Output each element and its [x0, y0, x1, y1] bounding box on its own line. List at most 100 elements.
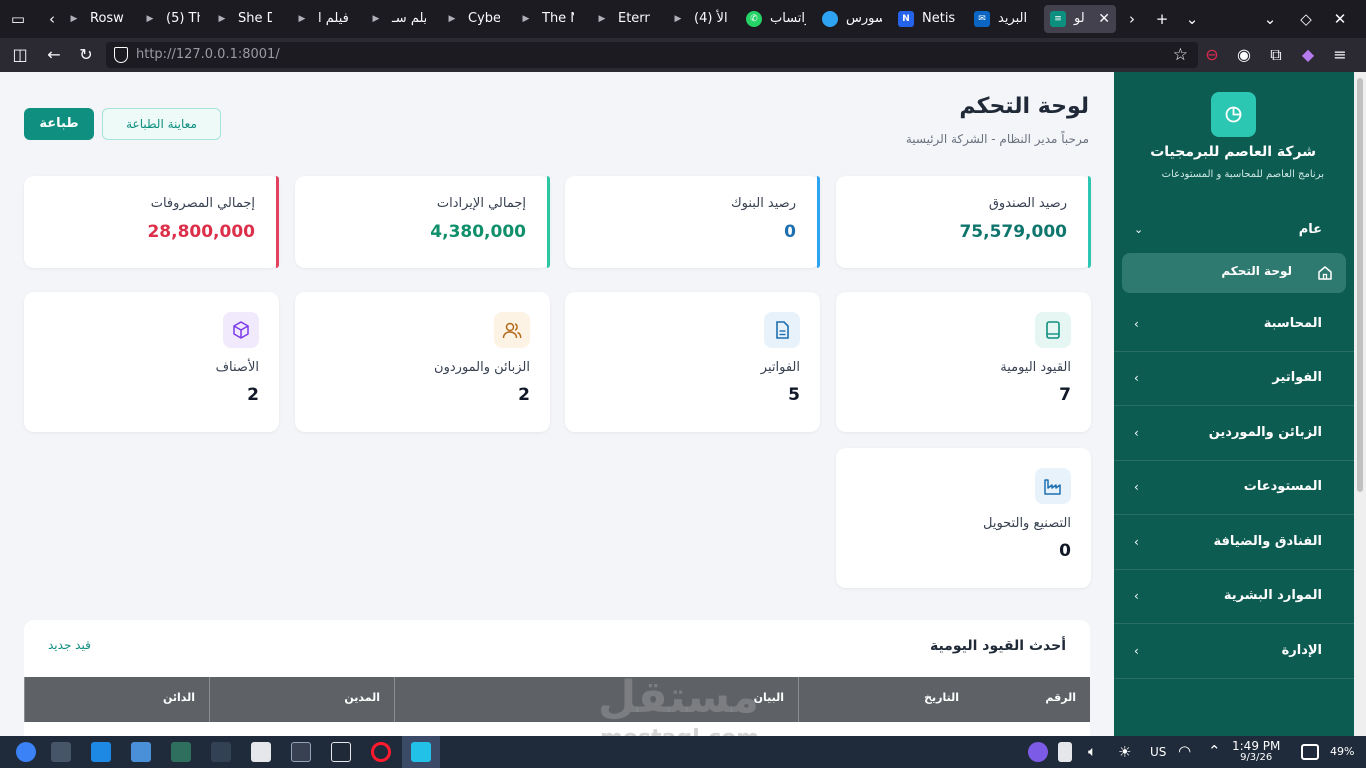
tray-expand-icon[interactable]: ⌃ [1208, 742, 1221, 760]
scrollbar-thumb[interactable] [1357, 78, 1363, 492]
browser-tab[interactable]: ▶Cyber [444, 5, 500, 33]
code-app-icon[interactable] [411, 742, 431, 762]
sidebar-toggle-icon[interactable]: ◫ [10, 45, 30, 65]
sidebar-item-hr[interactable]: الموارد البشرية ‹ [1114, 570, 1354, 624]
browser-tab[interactable]: ▶فيلم سـ [368, 5, 426, 33]
wifi-icon[interactable]: ◠ [1178, 742, 1191, 760]
scroll-tabs-left-icon[interactable]: ‹ [42, 9, 62, 29]
volume-icon[interactable]: 🔈︎ [1088, 744, 1096, 760]
window-app-icon[interactable] [331, 742, 351, 762]
back-icon[interactable]: ← [44, 45, 64, 65]
list-all-tabs-icon[interactable]: ⌄ [1260, 9, 1280, 29]
chevron-left-icon: ‹ [1134, 317, 1139, 331]
launcher-icon[interactable] [16, 742, 36, 762]
brightness-icon[interactable]: ☀︎ [1118, 743, 1131, 761]
cube-icon [223, 312, 259, 348]
sidebar-item-customers[interactable]: الزبائن والموردين ‹ [1114, 407, 1354, 461]
sidebar-item-admin[interactable]: الإدارة ‹ [1114, 625, 1354, 679]
browser-tab[interactable]: ▶ Etern [594, 5, 650, 33]
browser-tab[interactable]: ✉ البريد [974, 5, 1034, 33]
browser-tab[interactable]: N Netis [898, 5, 956, 33]
column-header-credit[interactable]: الدائن [24, 677, 209, 722]
clock-date: 9/3/26 [1240, 752, 1273, 763]
column-header-number[interactable]: الرقم [973, 677, 1090, 722]
document-icon [764, 312, 800, 348]
count-card-journal[interactable]: القيود اليومية 7 [836, 292, 1091, 432]
menu-icon[interactable]: ≡ [1330, 45, 1350, 65]
source-tab-icon [822, 11, 838, 27]
file-manager-icon[interactable] [131, 742, 151, 762]
battery-level[interactable]: 49% [1330, 745, 1354, 758]
reload-icon[interactable]: ↻ [76, 45, 96, 65]
media-tab-icon: ▶ [218, 14, 226, 24]
bookmark-star-icon[interactable]: ☆ [1173, 45, 1188, 65]
count-label: الزبائن والموردون [434, 360, 530, 375]
page-scrollbar[interactable] [1354, 72, 1366, 736]
count-card-manufacturing[interactable]: التصنيع والتحويل 0 [836, 448, 1091, 588]
address-bar[interactable]: http://127.0.0.1:8001/ ☆ [106, 42, 1198, 68]
opera-icon[interactable] [371, 742, 391, 762]
browser-tab[interactable]: ▶(5) Th [142, 5, 200, 33]
media-tab-icon: ▶ [598, 14, 606, 24]
count-card-invoices[interactable]: الفواتير 5 [565, 292, 820, 432]
tab-list-icon[interactable]: ⌄ [1182, 9, 1202, 29]
tab-overview-icon[interactable]: ▭ [8, 9, 28, 29]
sidebar-item-dashboard[interactable]: لوحة التحكم [1122, 253, 1346, 293]
close-tab-icon[interactable]: ✕ [1098, 5, 1110, 33]
sidebar-item-invoices[interactable]: الفواتير ‹ [1114, 352, 1354, 406]
count-value: 2 [247, 385, 259, 405]
sidebar-group-general[interactable]: عام [1299, 222, 1322, 237]
count-card-items[interactable]: الأصناف 2 [24, 292, 279, 432]
print-preview-button[interactable]: معاينة الطباعة [102, 108, 221, 140]
sidebar-item-label: الفواتير [1272, 370, 1322, 385]
window-close-icon[interactable]: ✕ [1330, 9, 1350, 29]
browser-tab[interactable]: ✆واتساب [746, 5, 806, 33]
new-tab-icon[interactable]: + [1152, 9, 1172, 29]
browser-tab-strip: ▭ ‹ ▶Rosw ▶(5) Th ▶She D ▶فيلم ا ▶فيلم س… [0, 0, 1366, 38]
journal-table-header: الرقم التاريخ البيان المدين الدائن [24, 677, 1090, 722]
blocker-icon[interactable]: ⊖ [1202, 45, 1222, 65]
chevron-down-icon[interactable]: ⌄ [1134, 223, 1143, 236]
browser-tab[interactable]: ▶ (4) الأ [670, 5, 730, 33]
assistant-extension-icon[interactable]: ◆ [1298, 45, 1318, 65]
store-icon[interactable] [91, 742, 111, 762]
extension-diamond-icon[interactable]: ◇ [1296, 9, 1316, 29]
browser-tab[interactable]: ▶ Rosw [66, 5, 126, 33]
recent-journal-title: أحدث القيود اليومية [929, 638, 1066, 654]
count-label: الفواتير [760, 360, 800, 375]
clock[interactable]: 1:49 PM 9/3/26 [1232, 740, 1280, 764]
desktop-icon[interactable] [1301, 744, 1319, 760]
column-header-date[interactable]: التاريخ [798, 677, 973, 722]
system-monitor-icon[interactable] [51, 742, 71, 762]
sidebar-item-hotels[interactable]: الفنادق والضيافة ‹ [1114, 516, 1354, 570]
url-text[interactable]: http://127.0.0.1:8001/ [136, 47, 280, 62]
sidebar-item-warehouses[interactable]: المستودعات ‹ [1114, 461, 1354, 515]
chevron-left-icon: ‹ [1134, 589, 1139, 603]
scroll-tabs-right-icon[interactable]: › [1122, 9, 1142, 29]
terminal-icon[interactable] [291, 742, 311, 762]
watermark-logo: مستقل [598, 672, 759, 723]
column-header-debit[interactable]: المدين [209, 677, 394, 722]
chevron-left-icon: ‹ [1134, 535, 1139, 549]
app-tab-icon: ≡ [1050, 11, 1066, 27]
text-editor-icon[interactable] [251, 742, 271, 762]
settings-app-icon[interactable] [211, 742, 231, 762]
count-value: 5 [788, 385, 800, 405]
count-label: القيود اليومية [1000, 360, 1071, 375]
keyboard-layout[interactable]: US [1150, 745, 1166, 759]
browser-tab[interactable]: سورس [822, 5, 882, 33]
print-button[interactable]: طباعة [24, 108, 94, 140]
browser-tab[interactable]: ▶The N [518, 5, 574, 33]
extensions-icon[interactable]: ⧉ [1266, 45, 1286, 65]
new-entry-link[interactable]: قيد جديد [48, 638, 91, 652]
browser-tab[interactable]: ▶ فيلم ا [294, 5, 350, 33]
sidebar-item-accounting[interactable]: المحاسبة ‹ [1114, 298, 1354, 352]
browser-tab[interactable]: ▶ She D [214, 5, 272, 33]
users-icon [494, 312, 530, 348]
profile-extension-icon[interactable]: ◉ [1234, 45, 1254, 65]
browser-tab-active[interactable]: ≡ لو ✕ [1044, 5, 1116, 33]
count-card-customers[interactable]: الزبائن والموردون 2 [295, 292, 550, 432]
clipboard-tray-icon[interactable] [1058, 742, 1072, 762]
assistant-tray-icon[interactable] [1028, 742, 1048, 762]
activity-icon[interactable] [171, 742, 191, 762]
